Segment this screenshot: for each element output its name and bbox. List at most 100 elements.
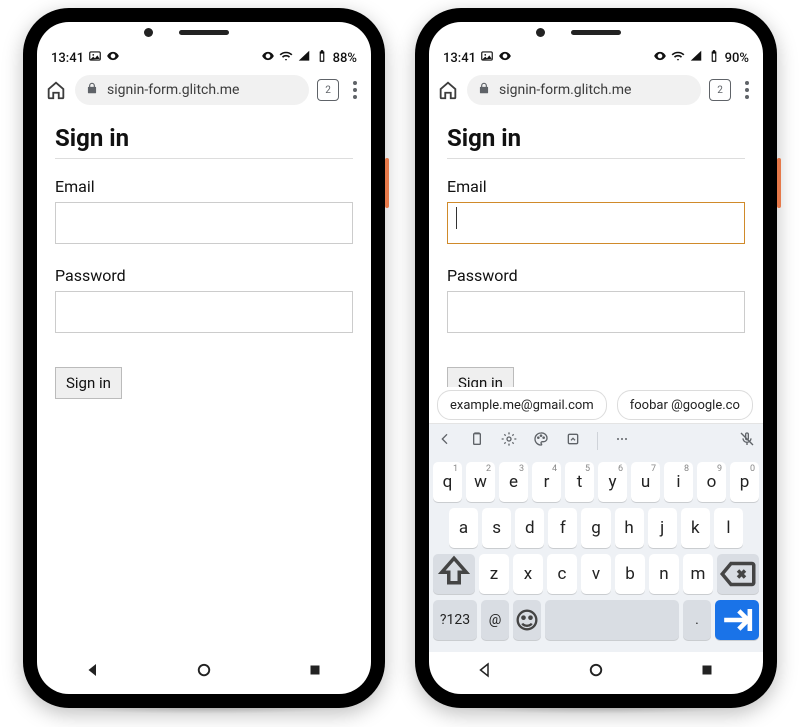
- browser-toolbar: signin-form.glitch.me 2: [37, 70, 371, 110]
- signal-icon: [297, 49, 311, 67]
- key-n[interactable]: n: [649, 554, 679, 594]
- nav-home-icon[interactable]: [195, 661, 213, 683]
- key-s[interactable]: s: [482, 508, 511, 548]
- palette-icon[interactable]: [533, 431, 549, 451]
- nav-recent-icon[interactable]: [306, 661, 324, 683]
- key-label: e: [509, 472, 518, 492]
- key-e[interactable]: e3: [499, 462, 528, 502]
- key-label: z: [490, 564, 498, 584]
- key-p[interactable]: p0: [730, 462, 759, 502]
- tab-switcher[interactable]: 2: [709, 79, 731, 101]
- key-x[interactable]: x: [513, 554, 543, 594]
- url-bar[interactable]: signin-form.glitch.me: [467, 75, 701, 105]
- key-j[interactable]: j: [648, 508, 677, 548]
- key-i[interactable]: i8: [664, 462, 693, 502]
- home-icon[interactable]: [437, 79, 459, 101]
- key-v[interactable]: v: [581, 554, 611, 594]
- submit-button-cut[interactable]: Sign in: [447, 367, 745, 389]
- key-a[interactable]: a: [449, 508, 478, 548]
- status-right: 88%: [261, 49, 357, 67]
- nav-home-icon[interactable]: [587, 661, 605, 683]
- symbols-key[interactable]: ?123: [433, 600, 477, 640]
- separator: [597, 432, 598, 450]
- nav-back-icon[interactable]: [84, 661, 102, 683]
- email-field[interactable]: [447, 202, 745, 244]
- key-label: a: [459, 518, 468, 538]
- nav-back-icon[interactable]: [476, 661, 494, 683]
- key-g[interactable]: g: [581, 508, 610, 548]
- key-label: @: [489, 612, 502, 628]
- page-content: Sign in Email Password Sign in: [37, 110, 371, 409]
- key-f[interactable]: f: [548, 508, 577, 548]
- suggestion-text: example.me@gmail.com: [450, 398, 594, 413]
- key-label: i: [676, 472, 680, 492]
- key-y[interactable]: y6: [598, 462, 627, 502]
- keyboard-keys: q1w2e3r4t5y6u7i8o9p0 asdfghjkl zxcvbnm ?…: [429, 458, 763, 652]
- browser-toolbar: signin-form.glitch.me 2: [429, 70, 763, 110]
- status-time: 13:41: [51, 51, 84, 66]
- go-key[interactable]: [715, 600, 759, 640]
- overflow-menu-icon[interactable]: [347, 81, 363, 99]
- email-field[interactable]: [55, 202, 353, 244]
- key-z[interactable]: z: [479, 554, 509, 594]
- battery-icon: [707, 49, 721, 67]
- key-u[interactable]: u7: [631, 462, 660, 502]
- page-title: Sign in: [55, 124, 353, 152]
- battery-pct: 88%: [333, 51, 357, 66]
- key-m[interactable]: m: [683, 554, 713, 594]
- dot-key[interactable]: .: [683, 600, 711, 640]
- autofill-suggestion[interactable]: foobar @google.co: [617, 390, 753, 420]
- key-k[interactable]: k: [681, 508, 710, 548]
- gear-icon[interactable]: [501, 431, 517, 451]
- divider: [55, 158, 353, 159]
- speaker: [179, 30, 229, 35]
- key-c[interactable]: c: [547, 554, 577, 594]
- space-key[interactable]: [545, 600, 679, 640]
- emoji-key[interactable]: [513, 600, 541, 640]
- key-o[interactable]: o9: [697, 462, 726, 502]
- password-field[interactable]: [447, 291, 745, 333]
- eye-icon: [106, 49, 120, 67]
- home-icon[interactable]: [45, 79, 67, 101]
- key-l[interactable]: l: [714, 508, 743, 548]
- backspace-key[interactable]: [717, 554, 759, 594]
- screen: 13:41 88% signin-form.glitch.me 2 Sign i…: [37, 22, 371, 694]
- submit-button[interactable]: Sign in: [55, 367, 122, 399]
- url-text: signin-form.glitch.me: [107, 82, 239, 98]
- key-alt: 3: [519, 464, 524, 474]
- nav-recent-icon[interactable]: [698, 661, 716, 683]
- key-r[interactable]: r4: [532, 462, 561, 502]
- at-key[interactable]: @: [481, 600, 509, 640]
- sticker-icon[interactable]: [565, 431, 581, 451]
- key-label: v: [592, 564, 600, 584]
- phone-2: 13:41 90% signin-form.glitch.me 2 Sign i…: [415, 8, 777, 708]
- shift-key[interactable]: [433, 554, 475, 594]
- more-icon[interactable]: [614, 431, 630, 451]
- key-label: q: [443, 472, 453, 492]
- status-right: 90%: [653, 49, 749, 67]
- phone-1: 13:41 88% signin-form.glitch.me 2 Sign i…: [23, 8, 385, 708]
- mic-off-icon[interactable]: [739, 431, 755, 451]
- suggestion-row: example.me@gmail.com foobar @google.co: [429, 387, 763, 424]
- key-d[interactable]: d: [515, 508, 544, 548]
- password-field[interactable]: [55, 291, 353, 333]
- key-q[interactable]: q1: [433, 462, 462, 502]
- kb-back-icon[interactable]: [437, 431, 453, 451]
- overflow-menu-icon[interactable]: [739, 81, 755, 99]
- key-w[interactable]: w2: [466, 462, 495, 502]
- tab-switcher[interactable]: 2: [317, 79, 339, 101]
- key-alt: 8: [684, 464, 689, 474]
- front-camera: [144, 28, 153, 37]
- android-nav-bar: [37, 652, 371, 692]
- url-bar[interactable]: signin-form.glitch.me: [75, 75, 309, 105]
- key-b[interactable]: b: [615, 554, 645, 594]
- autofill-suggestion[interactable]: example.me@gmail.com: [437, 390, 607, 420]
- key-t[interactable]: t5: [565, 462, 594, 502]
- key-label: f: [560, 518, 566, 538]
- key-h[interactable]: h: [615, 508, 644, 548]
- status-time: 13:41: [443, 51, 476, 66]
- eye-icon: [498, 49, 512, 67]
- key-label: j: [660, 518, 664, 538]
- key-label: x: [524, 564, 532, 584]
- clipboard-icon[interactable]: [469, 431, 485, 451]
